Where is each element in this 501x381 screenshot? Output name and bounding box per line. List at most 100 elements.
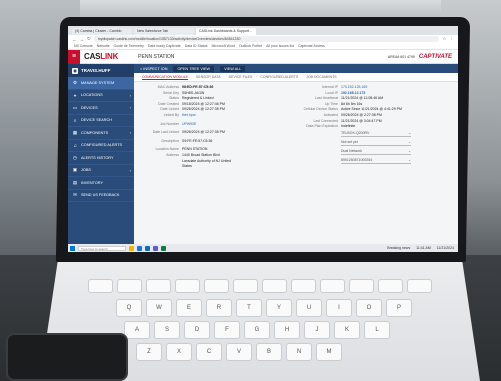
tab-job-documents[interactable]: JOB DOCUMENTS xyxy=(306,75,336,79)
key-j[interactable]: J xyxy=(304,321,330,339)
key-t[interactable]: T xyxy=(236,299,262,317)
function-key[interactable] xyxy=(88,279,113,293)
back-icon[interactable]: ← xyxy=(72,37,77,42)
sidebar-user[interactable]: ◼ TRAVIS.HUFF xyxy=(68,64,134,77)
bookmark[interactable]: Captivate Access xyxy=(298,44,325,48)
key-d[interactable]: D xyxy=(184,321,210,339)
star-icon[interactable]: ☆ xyxy=(442,36,446,42)
sidebar-item-inventory[interactable]: ▤ INVENTORY xyxy=(68,177,134,190)
key-i[interactable]: I xyxy=(326,299,352,317)
key-m[interactable]: M xyxy=(316,343,342,361)
bookmarks-bar: NS Console Netsuite Guide de Telemetry D… xyxy=(68,43,458,50)
function-key[interactable] xyxy=(349,279,374,293)
sidebar-item-configured-alerts[interactable]: ♫ CONFIGURED ALERTS xyxy=(68,140,134,152)
windows-start-icon[interactable] xyxy=(70,245,75,251)
key-o[interactable]: O xyxy=(356,299,382,317)
function-key[interactable] xyxy=(204,279,229,293)
linked-by-link[interactable]: thet.hpor xyxy=(182,113,196,119)
device-details: MAC Address 98:ED:FE:57:C5:36 Serial Key S… xyxy=(134,82,458,173)
menu-icon[interactable]: ⋮ xyxy=(450,36,455,42)
sidebar-item-label: DEVICES xyxy=(81,105,98,110)
bookmark[interactable]: NS Console xyxy=(74,44,93,48)
connection-select[interactable]: Dual Network ⌄ xyxy=(341,149,411,155)
sim-field[interactable]: 8901260871000264 ⌄ xyxy=(341,158,411,164)
news-widget[interactable]: Breaking news xyxy=(387,246,410,250)
sidebar-item-devices[interactable]: ▭ DEVICES › xyxy=(68,102,134,115)
sidebar-item-device-search[interactable]: ⌕ DEVICE SEARCH xyxy=(68,115,134,127)
key-c[interactable]: C xyxy=(196,343,222,361)
sidebar-item-components[interactable]: ▦ COMPONENTS › xyxy=(68,127,134,140)
function-key[interactable] xyxy=(175,279,200,293)
key-f[interactable]: F xyxy=(214,321,240,339)
function-key[interactable] xyxy=(233,279,258,293)
detail-key: Linked By xyxy=(163,112,179,117)
detail-value: 09/26/2024 @ 12:27:35 PM xyxy=(182,130,225,135)
hardware-variant-select[interactable]: TELBOX-Q200RV ⌄ xyxy=(341,131,411,137)
tab-sensor-data[interactable]: SENSOR DATA xyxy=(196,75,221,79)
view-all-button[interactable]: VIEW ALL xyxy=(220,65,246,72)
key-s[interactable]: S xyxy=(154,321,180,339)
chevron-down-icon: ⌄ xyxy=(408,139,411,144)
sidebar-item-locations[interactable]: ⌖ LOCATIONS › xyxy=(68,90,134,102)
key-r[interactable]: R xyxy=(206,299,232,317)
key-h[interactable]: H xyxy=(274,321,300,339)
url-input[interactable]: mydispatch.caslink.com/mobile/location/1… xyxy=(93,36,440,42)
job-number-link[interactable]: UPW90E xyxy=(182,122,196,128)
function-key[interactable] xyxy=(407,279,432,293)
function-key[interactable] xyxy=(117,279,142,293)
bookmark[interactable]: Netsuite xyxy=(97,44,110,48)
bookmark[interactable]: Microsoft Word xyxy=(211,44,234,48)
tab-device-files[interactable]: DEVICE FILES xyxy=(229,75,253,79)
logo-accent-text: LINK xyxy=(100,52,119,61)
sidebar-item-feedback[interactable]: ✉ SEND US FEEDBACK xyxy=(68,190,134,202)
function-key[interactable] xyxy=(291,279,316,293)
function-key[interactable] xyxy=(320,279,345,293)
key-v[interactable]: V xyxy=(226,343,252,361)
function-key[interactable] xyxy=(146,279,171,293)
bookmark[interactable]: Guide de Telemetry xyxy=(114,44,144,48)
reload-icon[interactable]: ↻ xyxy=(87,36,91,42)
sidebar-item-alerts-history[interactable]: ◷ ALERTS HISTORY xyxy=(68,152,134,165)
browser-tab-active[interactable]: CASLink Dashboards & Support... xyxy=(196,28,256,35)
search-icon: ⌕ xyxy=(73,117,77,123)
sidebar-item-jobs[interactable]: ▣ JOBS › xyxy=(68,165,134,177)
hamburger-icon[interactable]: ≡ xyxy=(68,49,80,64)
forward-icon[interactable]: → xyxy=(80,37,85,42)
excel-icon[interactable] xyxy=(161,245,166,251)
breadcrumb[interactable]: < INSPECT ION xyxy=(140,67,167,71)
function-key[interactable] xyxy=(378,279,403,293)
bookmark[interactable]: Data ID Status xyxy=(185,44,208,48)
browser-tab[interactable]: (4) Cambia | Cluster - Cambio xyxy=(72,28,132,35)
key-u[interactable]: U xyxy=(296,299,322,317)
firmware-select[interactable]: Not set yet ⌄ xyxy=(341,140,411,146)
file-explorer-icon[interactable] xyxy=(129,245,134,251)
function-key[interactable] xyxy=(262,279,287,293)
key-a[interactable]: A xyxy=(124,321,150,339)
key-x[interactable]: X xyxy=(166,343,192,361)
key-b[interactable]: B xyxy=(256,343,282,361)
bookmark[interactable]: Outlook Portlet xyxy=(239,44,262,48)
key-k[interactable]: K xyxy=(334,321,360,339)
key-e[interactable]: E xyxy=(176,299,202,317)
key-p[interactable]: P xyxy=(386,299,412,317)
details-left-column: MAC Address 98:ED:FE:57:C5:36 Serial Key S… xyxy=(142,85,291,170)
browser-tab[interactable]: New Salesforce Tab xyxy=(134,28,194,35)
key-l[interactable]: L xyxy=(364,321,390,339)
sidebar-item-manage-system[interactable]: ⚙ MANAGE SYSTEM xyxy=(68,77,134,90)
key-q[interactable]: Q xyxy=(116,299,142,317)
bookmark[interactable]: All your issues list xyxy=(266,44,294,48)
key-n[interactable]: N xyxy=(286,343,312,361)
key-z[interactable]: Z xyxy=(136,343,162,361)
bookmark[interactable]: Data ready Captivate xyxy=(148,44,181,48)
key-y[interactable]: Y xyxy=(266,299,292,317)
chrome-icon[interactable] xyxy=(137,245,142,251)
teams-icon[interactable] xyxy=(153,245,158,251)
taskbar-search-input[interactable]: Type here to search xyxy=(78,245,126,251)
tab-communication-module[interactable]: COMMUNICATION MODULE xyxy=(142,75,189,80)
key-w[interactable]: W xyxy=(146,299,172,317)
tab-configured-alerts[interactable]: CONFIGURED ALERTS xyxy=(260,75,298,79)
key-g[interactable]: G xyxy=(244,321,270,339)
outlook-icon[interactable] xyxy=(145,245,150,251)
detail-value: Indefinite xyxy=(341,124,356,129)
open-tree-view-button[interactable]: OPEN TREE VIEW xyxy=(173,65,215,72)
